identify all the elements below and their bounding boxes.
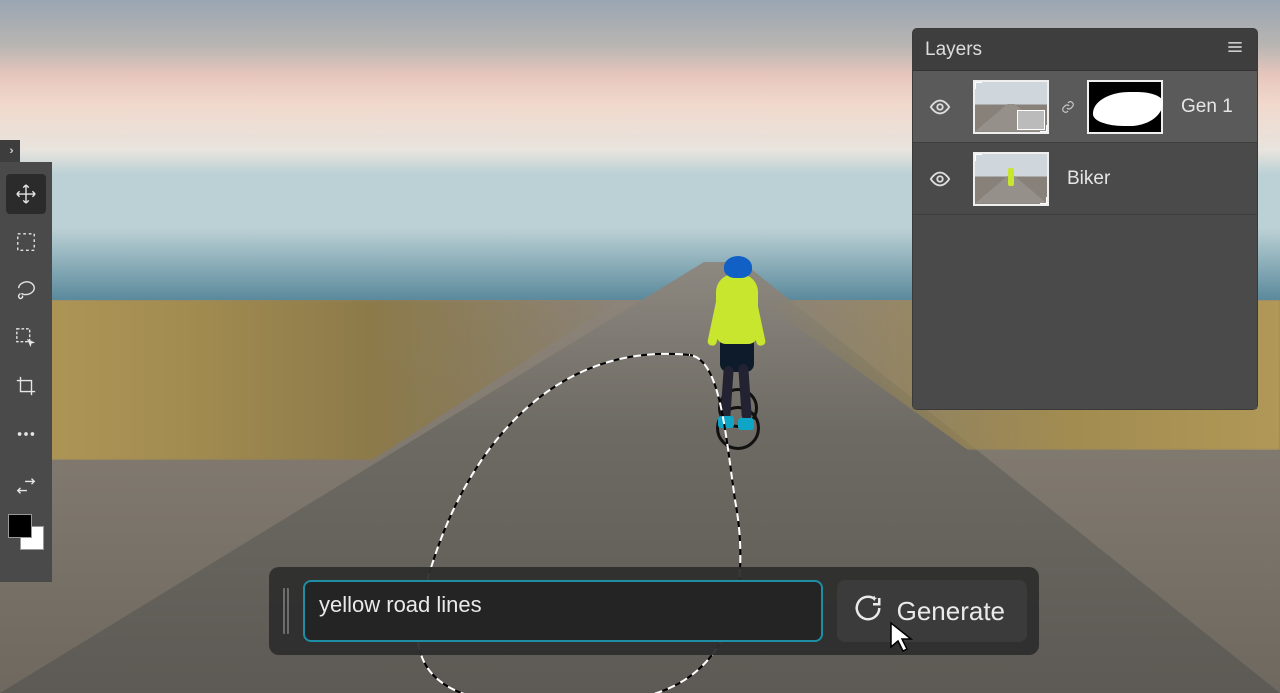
layers-empty-area[interactable] — [913, 215, 1257, 409]
lasso-tool[interactable] — [6, 270, 46, 310]
generative-taskbar: yellow road lines Generate — [269, 567, 1039, 655]
swap-colors-icon[interactable] — [6, 466, 46, 506]
toolbar-collapse-toggle[interactable]: ›› — [0, 140, 20, 162]
layer-thumbnail[interactable] — [973, 152, 1049, 206]
taskbar-grip[interactable] — [283, 588, 289, 634]
layer-mask-thumbnail[interactable] — [1087, 80, 1163, 134]
crop-tool[interactable] — [6, 366, 46, 406]
layers-panel-menu-icon[interactable] — [1225, 37, 1245, 63]
toolbar — [0, 162, 52, 582]
layer-name-label: Gen 1 — [1181, 96, 1233, 118]
generate-button-label: Generate — [897, 596, 1005, 627]
layer-name-label: Biker — [1067, 168, 1110, 190]
move-tool[interactable] — [6, 174, 46, 214]
layers-panel: Layers Gen 1 — [913, 29, 1257, 409]
more-tools[interactable] — [6, 414, 46, 454]
prompt-input[interactable]: yellow road lines — [303, 580, 823, 642]
layers-panel-title: Layers — [925, 39, 982, 61]
foreground-color-swatch[interactable] — [8, 514, 32, 538]
marquee-tool[interactable] — [6, 222, 46, 262]
layer-row-gen1[interactable]: Gen 1 — [913, 71, 1257, 143]
layer-thumbnail[interactable] — [973, 80, 1049, 134]
visibility-toggle[interactable] — [917, 96, 963, 118]
layers-panel-header: Layers — [913, 29, 1257, 71]
object-select-tool[interactable] — [6, 318, 46, 358]
prompt-input-text: yellow road lines — [319, 592, 482, 618]
generate-button[interactable]: Generate — [837, 580, 1027, 642]
generate-icon — [853, 593, 883, 630]
visibility-toggle[interactable] — [917, 168, 963, 190]
color-swatch[interactable] — [8, 514, 44, 550]
layer-row-biker[interactable]: Biker — [913, 143, 1257, 215]
link-mask-icon[interactable] — [1059, 100, 1077, 114]
